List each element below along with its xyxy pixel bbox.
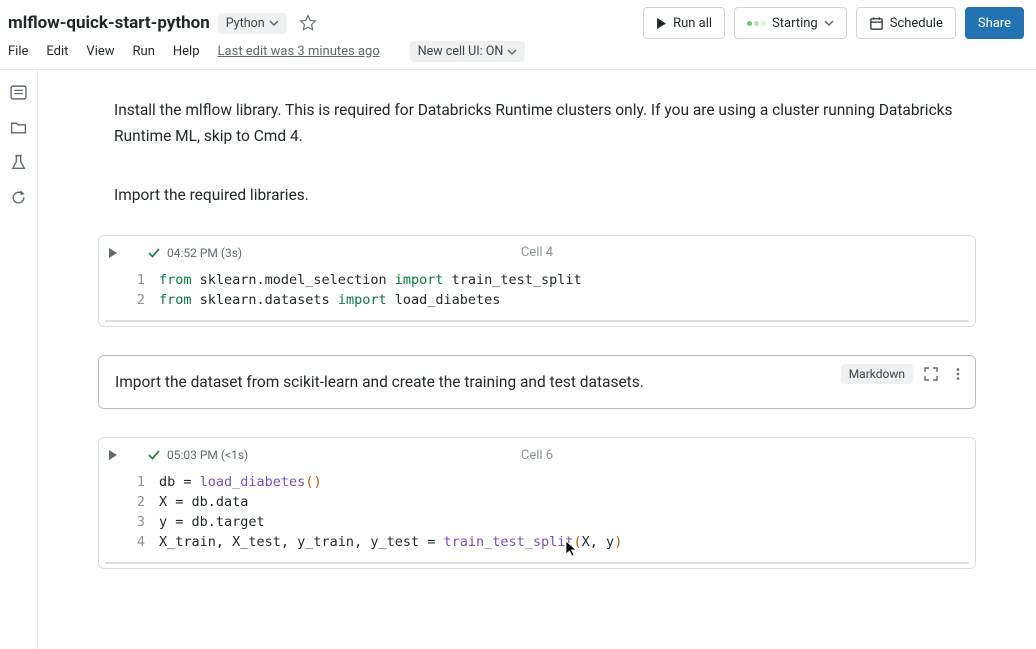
refresh-icon[interactable] [10,189,27,206]
schedule-button[interactable]: Schedule [856,7,956,39]
topbar: mlflow-quick-start-python Python Run all… [0,0,1036,42]
markdown-cell-2[interactable]: Import the required libraries. [98,175,976,217]
new-cell-ui-toggle[interactable]: New cell UI: ON [410,41,526,62]
run-all-button[interactable]: Run all [643,7,725,39]
cell-header: 04:52 PM (3s) Cell 4 [99,236,975,266]
star-icon [299,14,317,32]
loading-dots-icon [747,21,766,26]
chevron-down-icon [507,47,517,57]
check-icon [147,246,161,260]
code-cell-6[interactable]: 05:03 PM (<1s) Cell 6 1234 db = load_dia… [98,437,976,569]
main-area: Install the mlflow library. This is requ… [0,70,1036,649]
markdown-cell-1[interactable]: Install the mlflow library. This is requ… [98,90,976,157]
last-edit-link[interactable]: Last edit was 3 minutes ago [218,44,380,59]
expand-icon [923,366,939,382]
experiments-icon[interactable] [10,154,27,171]
topbar-left: mlflow-quick-start-python Python [8,13,317,34]
code-body[interactable]: 12 from sklearn.model_selection import t… [99,266,975,320]
kebab-icon [951,367,965,381]
check-icon [147,448,161,462]
menu-run[interactable]: Run [133,44,155,59]
share-label: Share [978,16,1011,31]
cell-resize-handle[interactable] [105,562,969,564]
menu-help[interactable]: Help [173,44,200,59]
chevron-down-icon [824,18,834,28]
notebook-title[interactable]: mlflow-quick-start-python [8,13,210,33]
code-body[interactable]: 1234 db = load_diabetes()X = db.datay = … [99,468,975,562]
favorite-button[interactable] [299,14,317,32]
cell-type-badge[interactable]: Markdown [841,364,913,384]
language-label: Python [226,16,265,31]
line-gutter: 12 [109,270,159,310]
cell-resize-handle[interactable] [105,320,969,322]
cell-id-label: Cell 4 [521,245,553,260]
chevron-down-icon [269,18,279,28]
share-button[interactable]: Share [965,7,1024,39]
code-lines[interactable]: db = load_diabetes()X = db.datay = db.ta… [159,472,965,552]
new-cell-ui-label: New cell UI: ON [418,44,504,59]
menubar: File Edit View Run Help Last edit was 3 … [0,42,1036,70]
markdown-cell-3[interactable]: Markdown Import the dataset from scikit-… [98,355,976,410]
cell-menu-button[interactable] [949,365,967,383]
menu-view[interactable]: View [86,44,114,59]
left-rail [0,70,38,649]
notebook-body[interactable]: Install the mlflow library. This is requ… [38,70,1036,649]
play-icon [656,18,667,29]
run-cell-button[interactable] [109,450,117,460]
cell-id-label: Cell 6 [521,448,553,463]
code-lines[interactable]: from sklearn.model_selection import trai… [159,270,965,310]
cell-status: 05:03 PM (<1s) [167,448,248,462]
topbar-right: Run all Starting Schedule Share [643,7,1024,39]
run-cell-button[interactable] [109,248,117,258]
cell-toolbar: Markdown [841,364,967,384]
language-selector[interactable]: Python [218,13,287,34]
cluster-state-label: Starting [772,16,818,31]
line-gutter: 1234 [109,472,159,552]
cluster-status-button[interactable]: Starting [734,7,847,39]
run-all-label: Run all [673,16,712,31]
toc-icon[interactable] [10,84,27,101]
cell-status: 04:52 PM (3s) [167,246,242,260]
menu-edit[interactable]: Edit [46,44,68,59]
code-cell-4[interactable]: 04:52 PM (3s) Cell 4 12 from sklearn.mod… [98,235,976,327]
schedule-label: Schedule [890,16,943,31]
calendar-icon [869,16,884,31]
menu-file[interactable]: File [8,44,28,59]
cell-header: 05:03 PM (<1s) Cell 6 [99,438,975,468]
expand-button[interactable] [921,364,941,384]
folder-icon[interactable] [10,119,27,136]
